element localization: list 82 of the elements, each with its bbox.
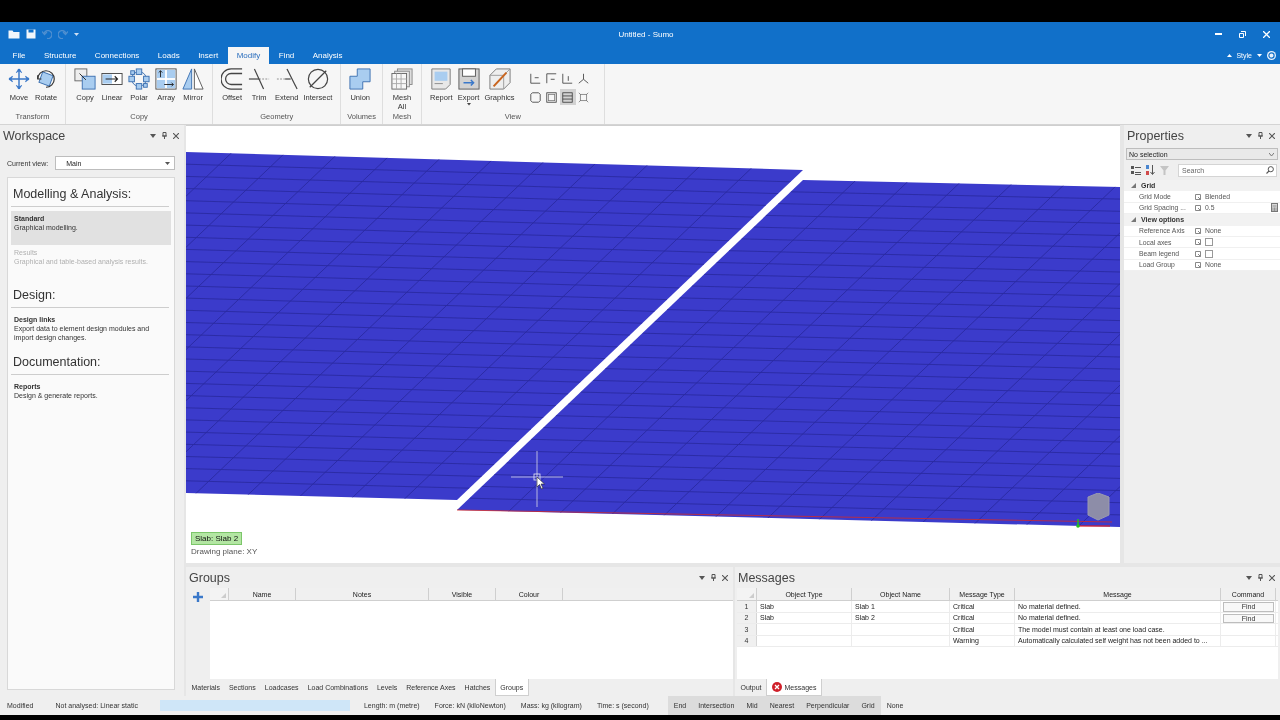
union-squares-icon [349, 68, 372, 90]
menu-tab[interactable]: File [4, 47, 34, 64]
sort-bars-icon[interactable] [1146, 165, 1155, 175]
menu-tab[interactable]: Insert [189, 47, 227, 64]
menu-tab[interactable]: Structure [35, 47, 85, 64]
section-heading: Modelling & Analysis: [11, 178, 169, 207]
menu-tab[interactable]: Modify [228, 47, 269, 64]
caret-down-icon[interactable] [1257, 53, 1262, 57]
view-toggle-button[interactable] [527, 89, 544, 105]
caret-down-icon[interactable] [74, 32, 79, 36]
axes-icon [562, 72, 574, 84]
caret-down-icon[interactable] [150, 133, 156, 138]
frame-icon [562, 91, 574, 103]
error-icon [771, 682, 782, 692]
folder-icon[interactable] [8, 29, 20, 39]
section-heading: Design: [11, 279, 169, 308]
expand-triangle-icon[interactable] [1131, 217, 1136, 223]
copy-squares-icon [74, 68, 97, 90]
view-toggle-button[interactable] [559, 89, 576, 105]
axis-gizmo-icon [1076, 493, 1112, 529]
stacked-grid-pages-icon [391, 68, 413, 90]
close-icon[interactable] [722, 574, 728, 581]
rotate-square-icon [35, 68, 58, 90]
square-icon[interactable] [1195, 261, 1201, 268]
menu-tab[interactable]: Find [270, 47, 303, 64]
view-toggle-button[interactable] [543, 89, 560, 105]
close-icon[interactable] [173, 132, 179, 139]
menu-tab[interactable]: Loads [149, 47, 189, 64]
expand-triangle-icon[interactable] [1131, 183, 1136, 189]
caret-down-icon[interactable] [1246, 133, 1252, 138]
restore-icon[interactable] [1238, 30, 1246, 38]
minimize-icon[interactable] [1214, 33, 1222, 35]
box-pencil-icon [488, 68, 511, 90]
trim-lines-icon [248, 68, 271, 90]
caret-up-icon [1227, 53, 1233, 57]
caret-down-icon [1269, 152, 1274, 156]
pin-icon[interactable] [711, 574, 716, 581]
panel-title: Groups [189, 570, 231, 585]
window-title: Untitled - Sumo [617, 29, 674, 39]
caret-down-icon[interactable] [699, 575, 705, 580]
axes-icon [530, 72, 542, 84]
frame-corners-icon [530, 91, 542, 103]
four-way-arrow-icon [8, 68, 30, 90]
axes-icon [578, 72, 590, 84]
categorized-list-icon[interactable] [1131, 165, 1141, 175]
polar-array-icon [128, 68, 151, 90]
pin-icon[interactable] [1258, 132, 1263, 139]
menu-tab[interactable]: Analysis [304, 47, 352, 64]
rectangular-array-icon [155, 68, 178, 90]
search-icon[interactable] [1266, 166, 1274, 174]
pin-icon[interactable] [1258, 574, 1263, 581]
panel-title: Messages [738, 570, 796, 585]
close-icon[interactable] [1269, 574, 1275, 581]
square-icon[interactable] [1195, 227, 1201, 234]
frame-icon [578, 91, 590, 103]
menu-tab[interactable]: Connections [86, 47, 148, 64]
square-icon[interactable] [1195, 250, 1201, 257]
offset-curves-icon [221, 68, 244, 90]
extend-lines-icon [275, 68, 298, 90]
drawing-plane-label: Drawing plane: XY [191, 547, 258, 556]
calculator-icon[interactable] [1271, 203, 1278, 213]
square-icon[interactable] [1195, 193, 1201, 200]
checkbox[interactable] [1205, 249, 1213, 258]
caret-down-icon [165, 161, 170, 165]
caret-down-icon[interactable] [1246, 575, 1252, 580]
mirror-triangles-icon [182, 68, 205, 90]
circle-slash-icon [306, 68, 329, 90]
crosshair-cursor-icon [511, 451, 563, 507]
add-icon[interactable] [193, 592, 203, 602]
panel-title: Workspace [3, 128, 67, 143]
frame-icon [546, 91, 558, 103]
pin-icon[interactable] [162, 132, 167, 139]
document-icon [430, 68, 453, 90]
selection-tag: Slab: Slab 2 [191, 532, 243, 545]
panel-title: Properties [1127, 128, 1185, 143]
section-heading: Documentation: [11, 346, 169, 375]
close-icon[interactable] [1269, 132, 1275, 139]
checkbox[interactable] [1205, 238, 1213, 247]
square-icon[interactable] [1195, 204, 1201, 211]
axes-icon [546, 72, 558, 84]
square-icon[interactable] [1195, 239, 1201, 246]
help-icon[interactable] [1267, 50, 1276, 60]
